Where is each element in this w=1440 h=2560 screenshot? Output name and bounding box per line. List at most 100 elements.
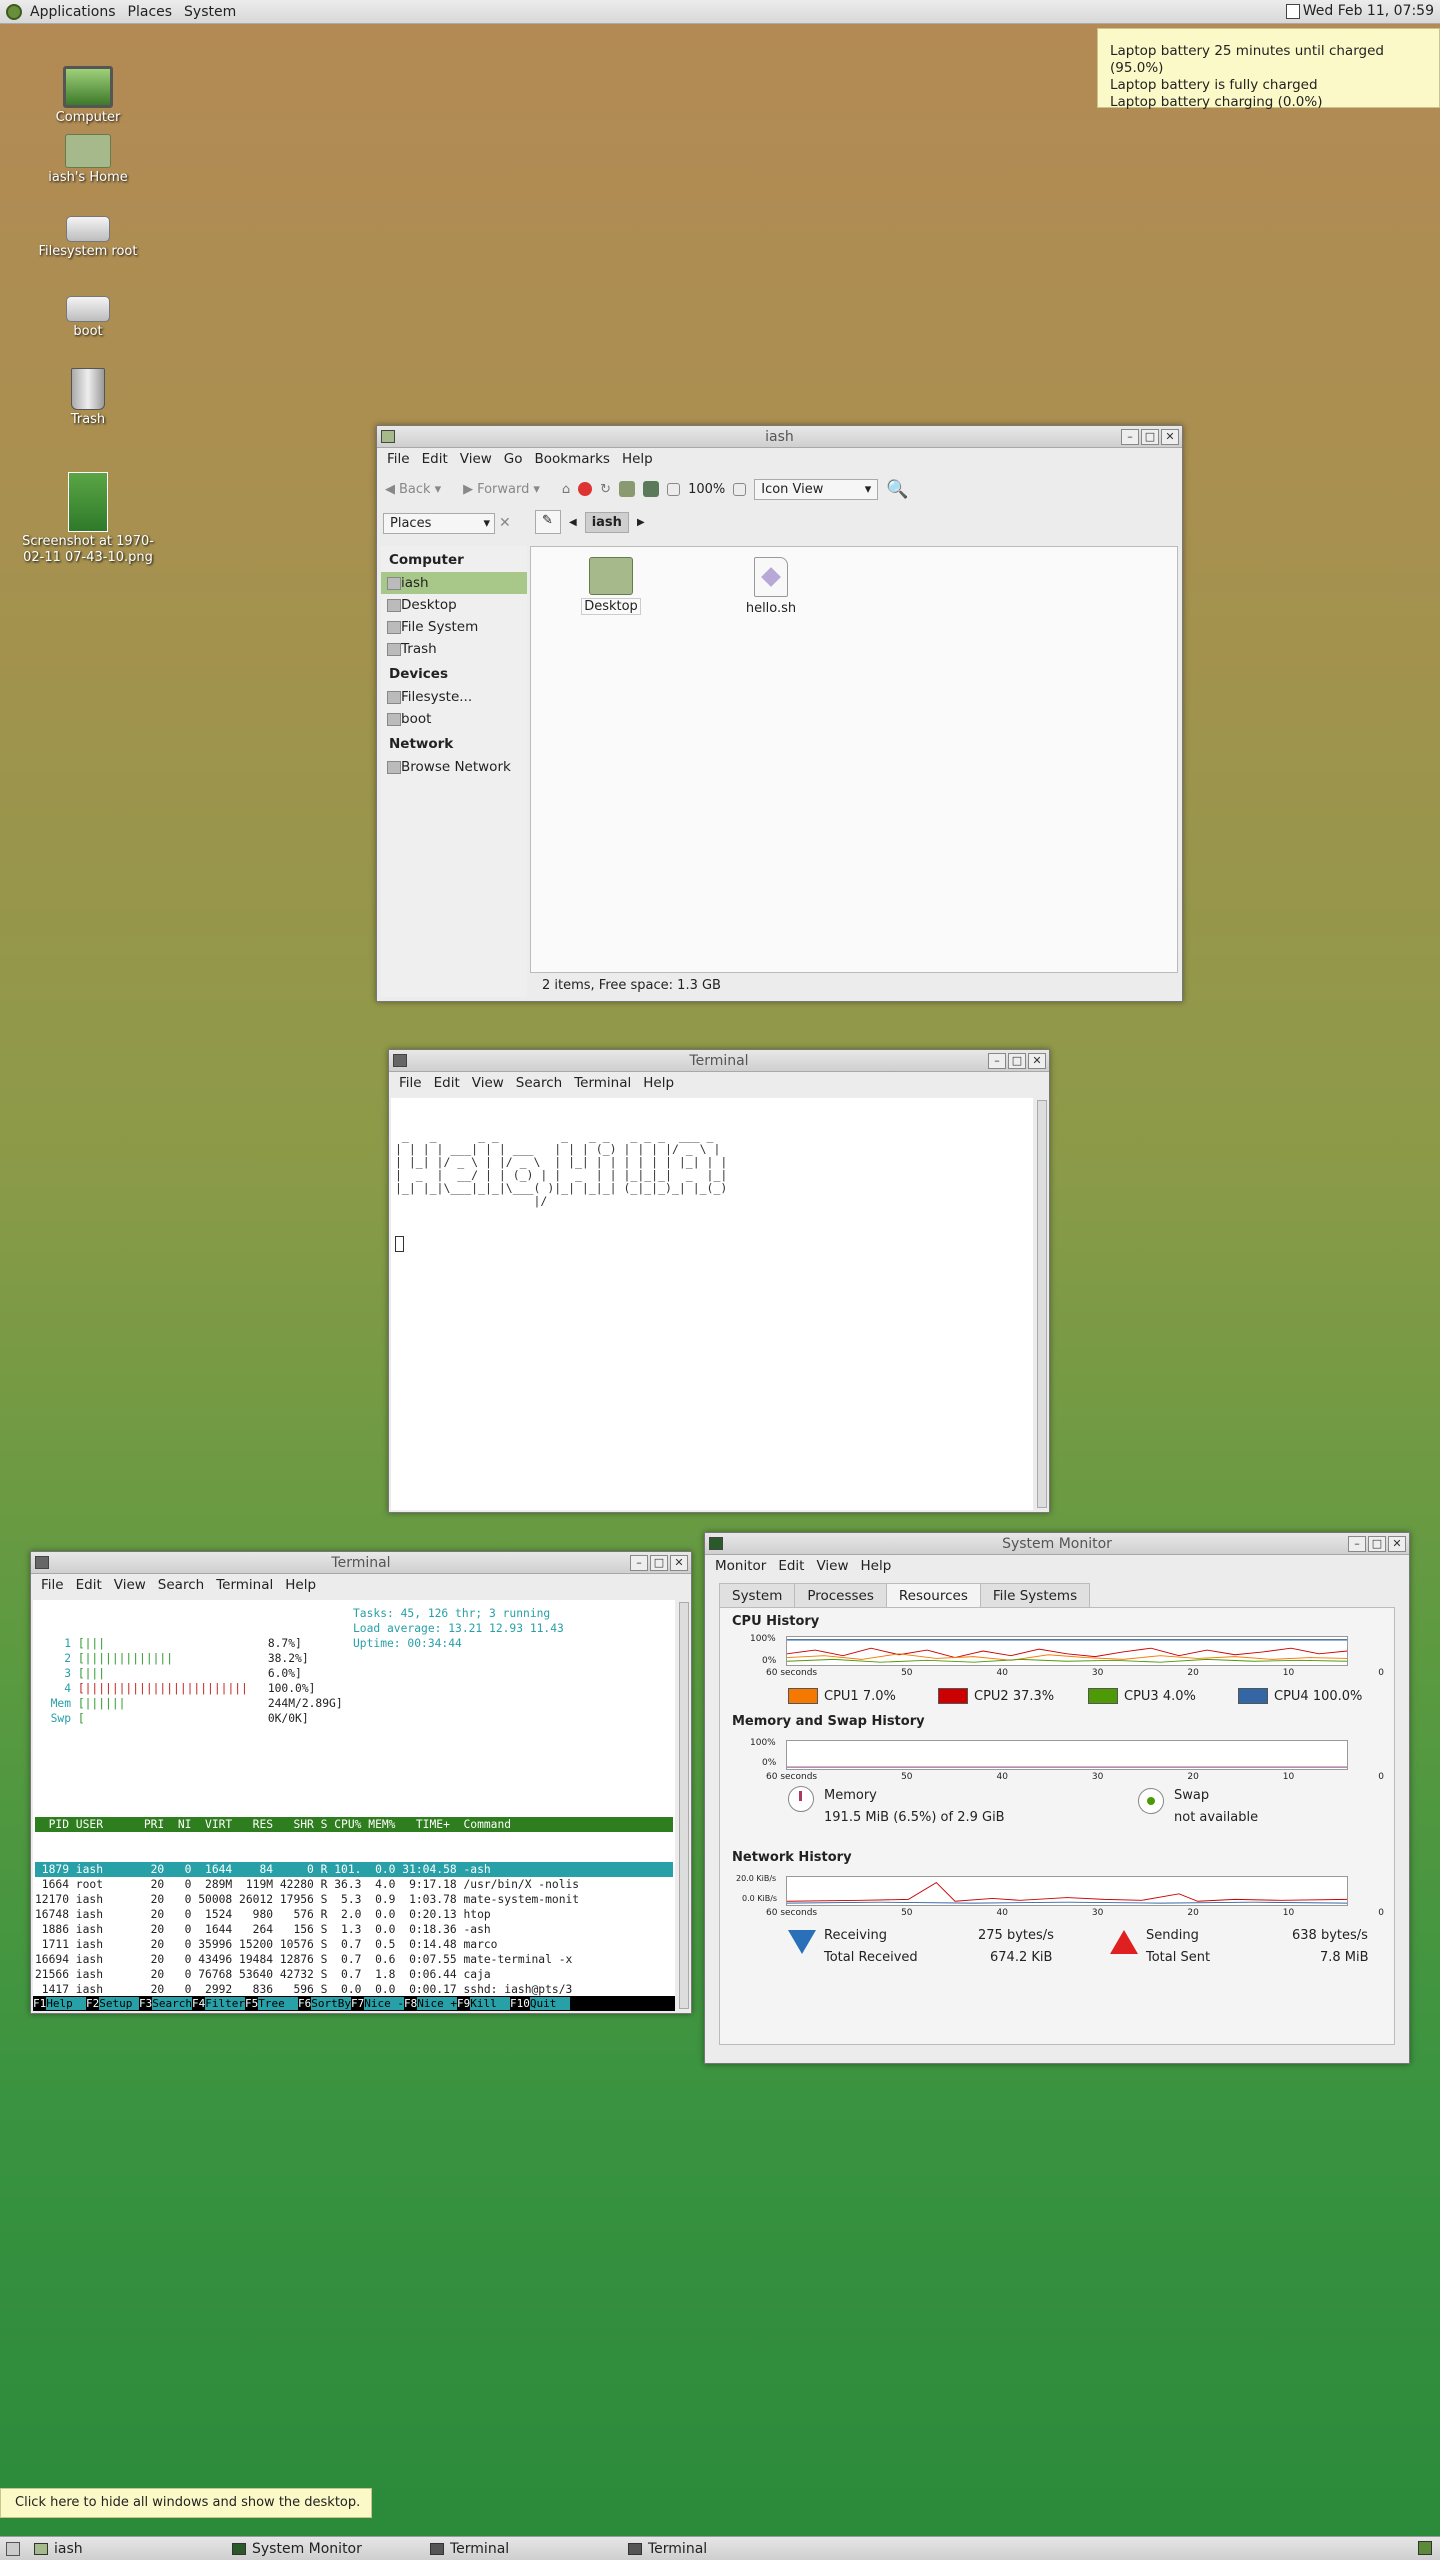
- path-button-iash[interactable]: iash: [584, 511, 629, 533]
- battery-icon[interactable]: [1286, 4, 1300, 19]
- desktop-icon-trash[interactable]: Trash: [23, 368, 153, 427]
- fkey-action[interactable]: Search: [152, 1997, 192, 2010]
- fkey-key[interactable]: F4: [192, 1997, 205, 2010]
- fkey-action[interactable]: Nice +: [417, 1997, 457, 2010]
- sending-arrow-icon[interactable]: [1110, 1930, 1138, 1954]
- fkey-action[interactable]: Setup: [99, 1997, 139, 2010]
- fkey-key[interactable]: F3: [139, 1997, 152, 2010]
- process-row[interactable]: 1664 root 20 0 289M 119M 42280 R 36.3 4.…: [35, 1877, 673, 1892]
- fkey-action[interactable]: Filter: [205, 1997, 245, 2010]
- minimize-button[interactable]: –: [630, 1555, 648, 1571]
- color-swatch[interactable]: [1238, 1688, 1268, 1704]
- path-right-icon[interactable]: ▶: [637, 517, 645, 528]
- fkey-action[interactable]: Tree: [258, 1997, 298, 2010]
- menu-view[interactable]: View: [810, 1558, 854, 1574]
- menu-view[interactable]: View: [466, 1075, 510, 1091]
- sidebar-item-filesystem-device[interactable]: Filesyste...: [381, 686, 527, 708]
- menu-go[interactable]: Go: [498, 451, 529, 467]
- sidebar-item-boot[interactable]: boot: [381, 708, 527, 730]
- desktop-icon-screenshot[interactable]: Screenshot at 1970-02-11 07-43-10.png: [18, 472, 158, 566]
- receiving-arrow-icon[interactable]: [788, 1930, 816, 1954]
- file-item-hello-sh[interactable]: hello.sh: [731, 557, 811, 616]
- process-row[interactable]: 21566 iash 20 0 76768 53640 42732 S 0.7 …: [35, 1967, 673, 1982]
- menu-help[interactable]: Help: [616, 451, 659, 467]
- zoom-in-icon[interactable]: [733, 482, 747, 496]
- scrollbar[interactable]: [679, 1602, 689, 2009]
- sidebar-item-browse-network[interactable]: Browse Network: [381, 756, 527, 778]
- fkey-action[interactable]: Quit: [529, 1997, 570, 2010]
- cpu4-legend[interactable]: CPU4 100.0%: [1238, 1688, 1362, 1704]
- menu-file[interactable]: File: [381, 451, 416, 467]
- desktop-icon-filesystem[interactable]: Filesystem root: [23, 216, 153, 259]
- close-button[interactable]: ✕: [670, 1555, 688, 1571]
- reload-icon[interactable]: ↻: [600, 482, 611, 497]
- up-icon[interactable]: ⌂: [562, 482, 570, 497]
- menu-view[interactable]: View: [454, 451, 498, 467]
- file-item-desktop[interactable]: Desktop: [571, 557, 651, 615]
- path-left-icon[interactable]: ◀: [569, 517, 577, 528]
- desktop-icon-home[interactable]: iash's Home: [23, 134, 153, 185]
- fkey-key[interactable]: F5: [245, 1997, 258, 2010]
- minimize-button[interactable]: –: [988, 1053, 1006, 1069]
- search-icon[interactable]: 🔍: [886, 479, 908, 500]
- sidebar-item-iash[interactable]: iash: [381, 572, 527, 594]
- terminal-output[interactable]: _ _ _ _ _ _ _ _ _ _ ___ _ | | | | ___| |…: [391, 1098, 1033, 1510]
- menu-terminal[interactable]: Terminal: [210, 1577, 279, 1593]
- menu-edit[interactable]: Edit: [428, 1075, 466, 1091]
- file-view[interactable]: Desktop hello.sh: [530, 546, 1178, 973]
- back-button[interactable]: ◀ Back ▾: [385, 482, 441, 497]
- menu-search[interactable]: Search: [152, 1577, 210, 1593]
- fkey-key[interactable]: F2: [86, 1997, 99, 2010]
- fkey-action[interactable]: Nice -: [364, 1997, 404, 2010]
- close-button[interactable]: ✕: [1388, 1536, 1406, 1552]
- workspace-switcher-icon[interactable]: [1418, 2541, 1432, 2555]
- menu-applications[interactable]: Applications: [24, 4, 122, 20]
- scrollbar[interactable]: [1037, 1100, 1047, 1508]
- menu-edit[interactable]: Edit: [772, 1558, 810, 1574]
- process-row[interactable]: 16694 iash 20 0 43496 19484 12876 S 0.7 …: [35, 1952, 673, 1967]
- taskbar-item-iash[interactable]: iash: [26, 2538, 224, 2560]
- window-titlebar[interactable]: Terminal – □ ✕: [389, 1050, 1049, 1072]
- fkey-key[interactable]: F6: [298, 1997, 311, 2010]
- fkey-action[interactable]: Help: [46, 1997, 86, 2010]
- color-swatch[interactable]: [1088, 1688, 1118, 1704]
- close-button[interactable]: ✕: [1161, 429, 1179, 445]
- fkey-key[interactable]: F1: [33, 1997, 46, 2010]
- maximize-button[interactable]: □: [650, 1555, 668, 1571]
- menu-places[interactable]: Places: [122, 4, 179, 20]
- zoom-out-icon[interactable]: [667, 482, 681, 496]
- color-swatch[interactable]: [788, 1688, 818, 1704]
- fkey-key[interactable]: F9: [457, 1997, 470, 2010]
- fkey-key[interactable]: F8: [404, 1997, 417, 2010]
- minimize-button[interactable]: –: [1121, 429, 1139, 445]
- menu-file[interactable]: File: [393, 1075, 428, 1091]
- menu-edit[interactable]: Edit: [416, 451, 454, 467]
- fkey-key[interactable]: F7: [351, 1997, 364, 2010]
- memory-pie-icon[interactable]: [788, 1786, 814, 1812]
- tab-processes[interactable]: Processes: [794, 1583, 887, 1608]
- window-titlebar[interactable]: iash – □ ✕: [377, 426, 1182, 448]
- edit-path-icon[interactable]: ✎: [535, 510, 561, 534]
- maximize-button[interactable]: □: [1368, 1536, 1386, 1552]
- cpu3-legend[interactable]: CPU3 4.0%: [1088, 1688, 1196, 1704]
- htop-output[interactable]: 1 [||| 8.7%] 2 [||||||||||||| 38.2%] 3 [||| 6…: [33, 1600, 675, 2011]
- sidebar-item-filesystem[interactable]: File System: [381, 616, 527, 638]
- process-row[interactable]: 1886 iash 20 0 1644 264 156 S 1.3 0.0 0:…: [35, 1922, 673, 1937]
- taskbar-item-system-monitor[interactable]: System Monitor: [224, 2538, 422, 2560]
- menu-help[interactable]: Help: [855, 1558, 898, 1574]
- taskbar-item-terminal-1[interactable]: Terminal: [422, 2538, 620, 2560]
- menu-search[interactable]: Search: [510, 1075, 568, 1091]
- desktop-icon-computer[interactable]: Computer: [23, 66, 153, 125]
- process-row[interactable]: 1711 iash 20 0 35996 15200 10576 S 0.7 0…: [35, 1937, 673, 1952]
- menu-view[interactable]: View: [108, 1577, 152, 1593]
- sidebar-item-desktop[interactable]: Desktop: [381, 594, 527, 616]
- stop-icon[interactable]: [578, 482, 593, 496]
- menu-file[interactable]: File: [35, 1577, 70, 1593]
- process-row[interactable]: 12170 iash 20 0 50008 26012 17956 S 5.3 …: [35, 1892, 673, 1907]
- maximize-button[interactable]: □: [1141, 429, 1159, 445]
- desktop-icon-boot[interactable]: boot: [23, 296, 153, 339]
- menu-edit[interactable]: Edit: [70, 1577, 108, 1593]
- fkey-action[interactable]: Kill: [470, 1997, 510, 2010]
- fkey-action[interactable]: SortBy: [311, 1997, 351, 2010]
- computer-icon[interactable]: [643, 481, 660, 497]
